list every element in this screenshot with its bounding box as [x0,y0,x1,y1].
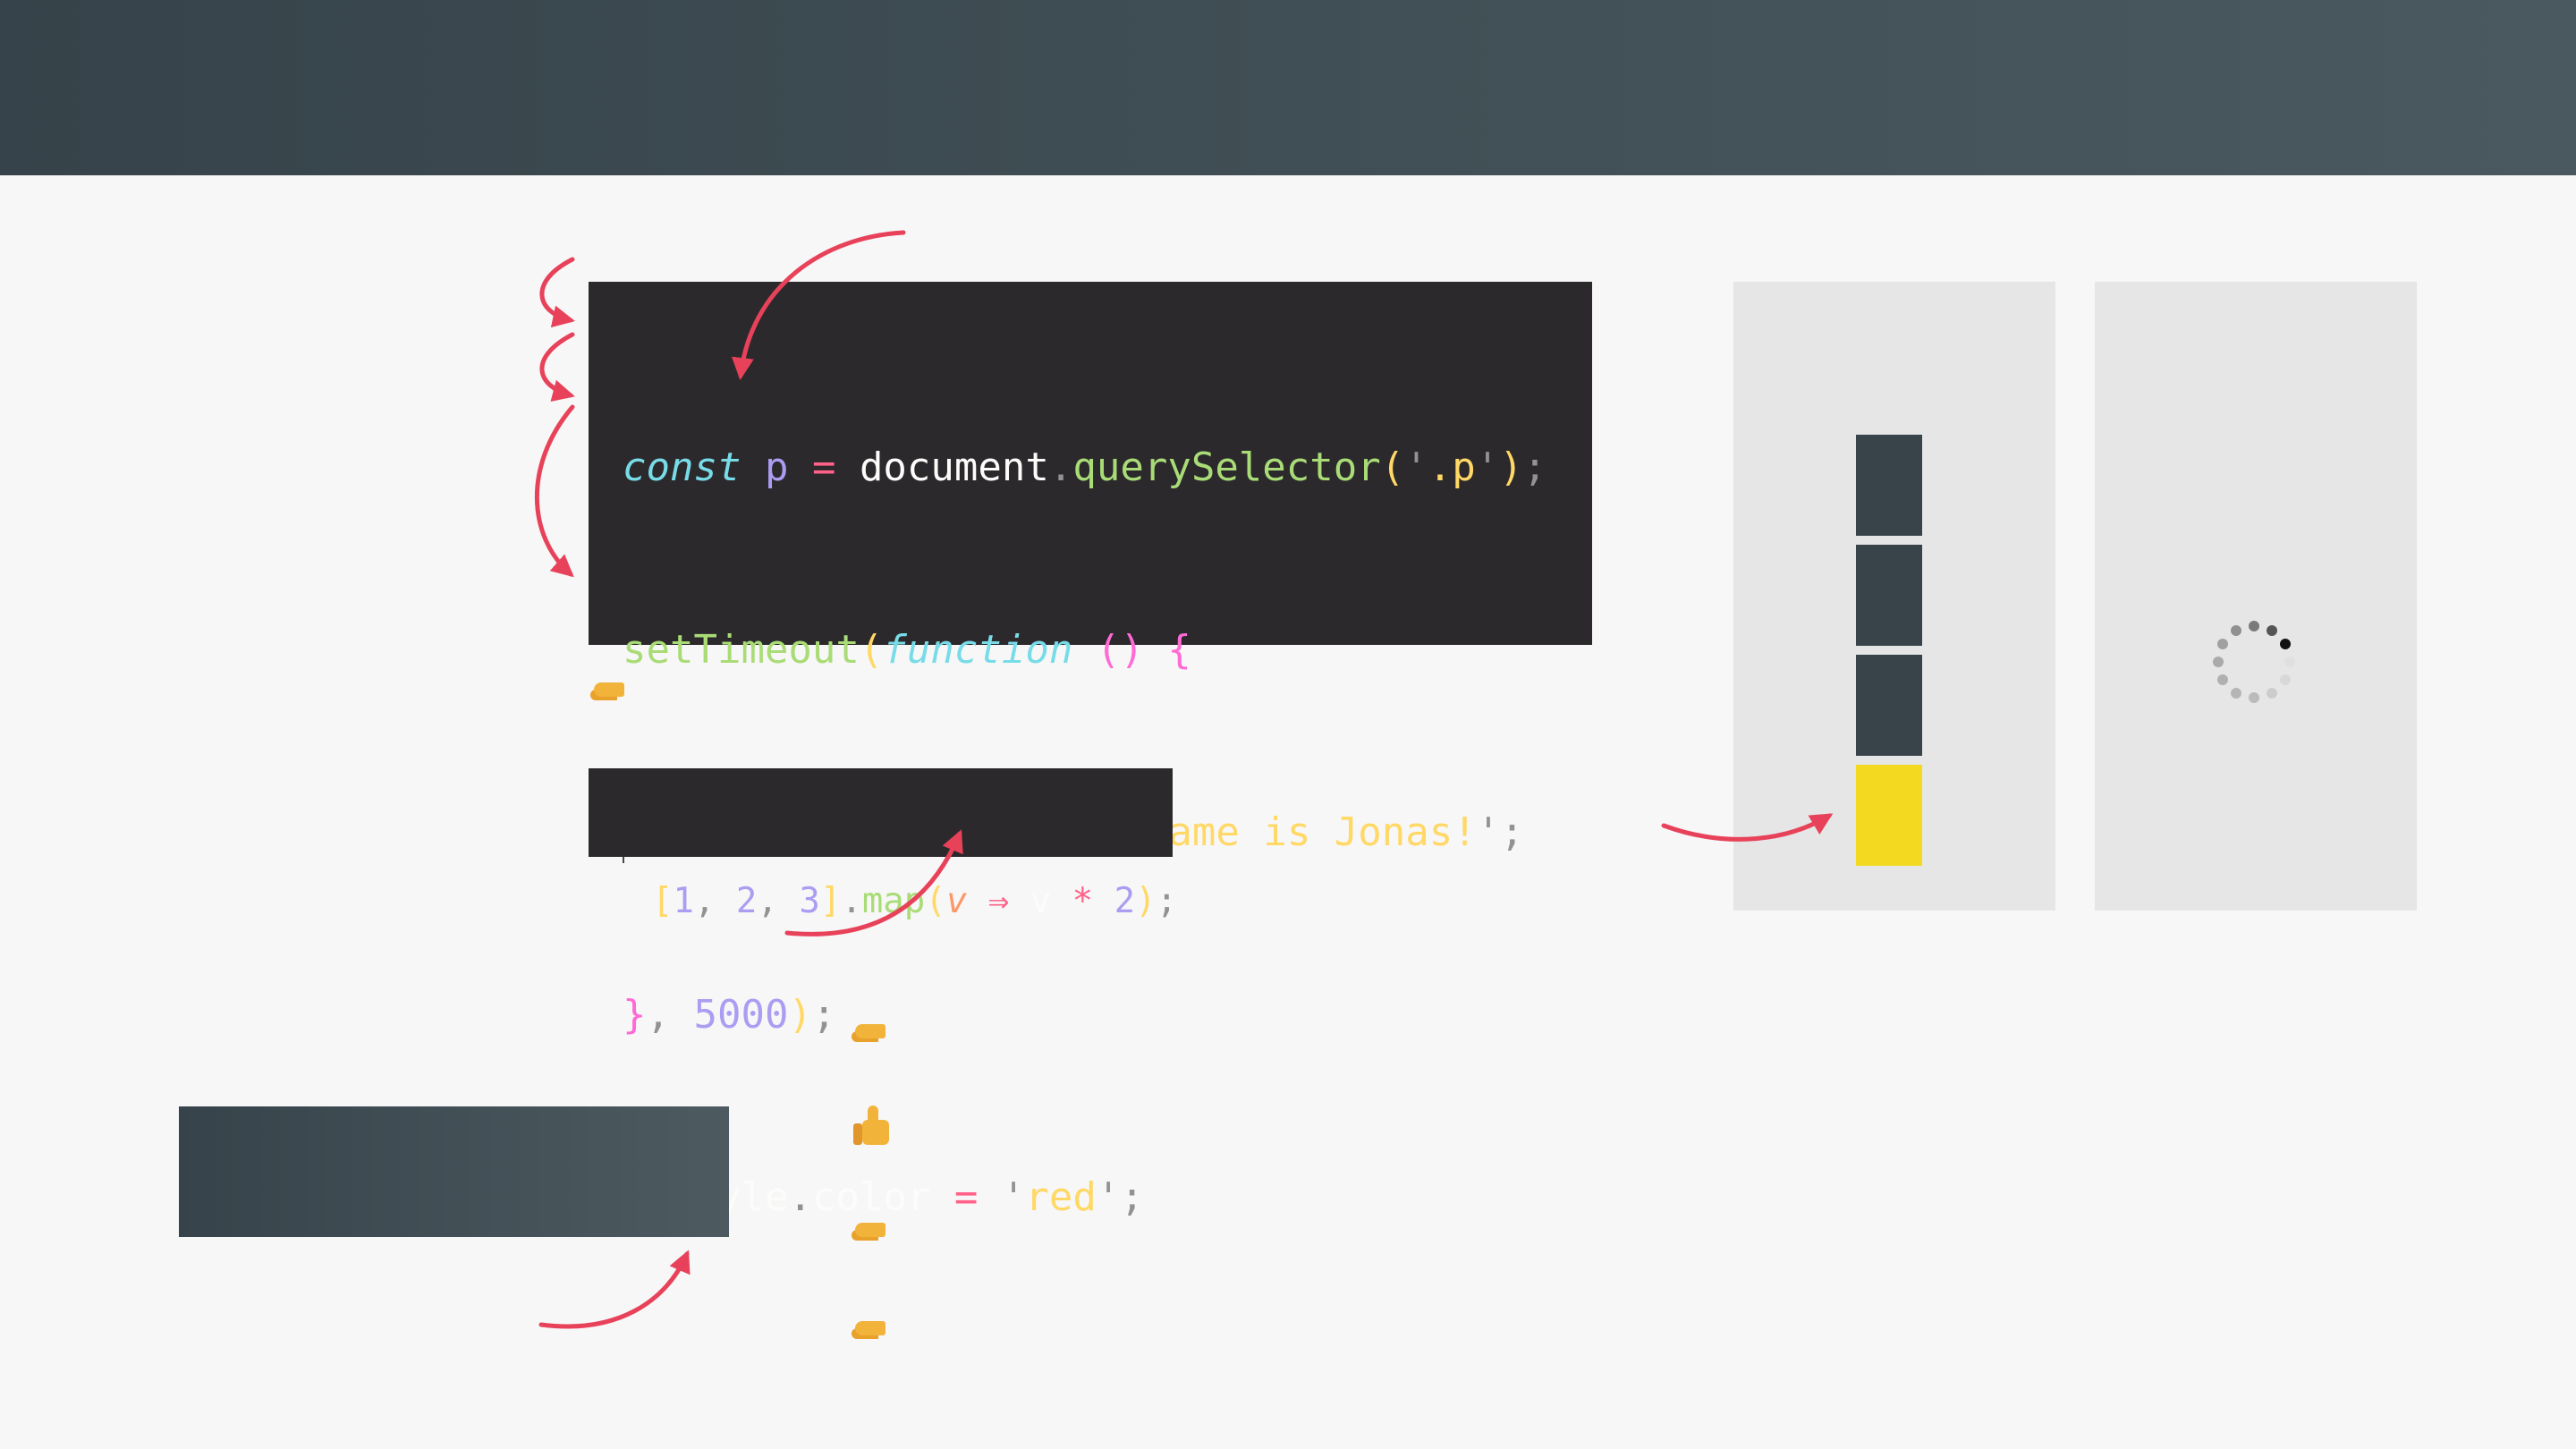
code-token: , [693,881,716,921]
gradient-block [179,1106,729,1237]
code-token: , [757,881,778,921]
code-token: map [861,881,926,921]
stack-block [1856,435,1922,536]
code-token: . [1048,445,1073,490]
code-token: ; [811,992,836,1038]
code-token: * [1072,881,1094,921]
code-token: setTimeout [623,627,860,673]
code-token: 3 [799,881,820,921]
stack-block [1856,545,1922,646]
code-token: ⇒ [987,881,1010,921]
code-token: ; [1120,1174,1144,1220]
code-line: [1, 2, 3].map(v ⇒ v * 2); [652,881,1177,921]
code-block-settimeout: const p = document.querySelector('.p'); … [589,282,1592,1220]
loading-spinner-icon [2213,621,2295,703]
code-token: ' [1404,445,1428,490]
code-token: v [945,881,968,921]
code-line: }, 5000); [623,985,1592,1046]
code-token: ' [1096,1174,1121,1220]
code-token: . [841,881,862,921]
stack-block-active [1856,765,1922,866]
code-token: ) [1135,881,1157,921]
code-token: ' [1475,445,1500,490]
loading-panel [2095,282,2417,911]
code-token: querySelector [1072,445,1381,490]
code-token: p [764,445,789,490]
code-token: ) [788,992,812,1038]
code-token: . [788,1174,812,1220]
code-token: 5000 [693,992,789,1038]
code-token: ; [1522,445,1547,490]
code-token: } [623,992,647,1038]
code-token: document [835,445,1049,490]
curved-arrow-icon [534,404,575,578]
code-token: ) [1499,445,1523,490]
code-token: { [1167,627,1191,673]
code-token: ; [1156,881,1178,921]
code-token: 2 [735,881,758,921]
code-token: 1 [673,881,694,921]
curved-arrow-icon [539,332,575,402]
code-token: ( [925,881,946,921]
pointing-hand-icon [594,673,624,701]
code-token: ; [1500,809,1524,855]
code-line: const p = document.querySelector('.p'); [623,437,1592,498]
code-token: = [811,445,836,490]
code-token: .p [1428,445,1476,490]
code-token: 2 [1114,881,1136,921]
header-bar [0,0,2576,175]
code-token: ( [859,627,884,673]
code-token: , [646,992,671,1038]
code-block-map: [1, 2, 3].map(v ⇒ v * 2); [589,768,1177,921]
code-token: () [1096,627,1144,673]
code-line: setTimeout(function () { [623,620,1592,681]
thumbs-up-icon [853,1106,893,1145]
curved-arrow-icon [539,257,575,328]
code-token: = [953,1174,979,1220]
code-line: p.style.color = 'red'; [623,1167,1592,1228]
code-token: ' [1476,809,1501,855]
code-token: v [1009,881,1072,921]
code-token: ' [1001,1174,1026,1220]
pointing-hand-icon [855,1014,886,1043]
code-token: [ [651,881,674,921]
pointing-hand-icon [855,1213,886,1241]
code-token: function [883,627,1073,673]
code-token: ( [1380,445,1405,490]
stack-block [1856,655,1922,756]
code-token: ] [819,881,842,921]
code-token: red [1025,1174,1097,1220]
code-token: const [623,445,741,490]
pointing-hand-icon [855,1311,886,1340]
